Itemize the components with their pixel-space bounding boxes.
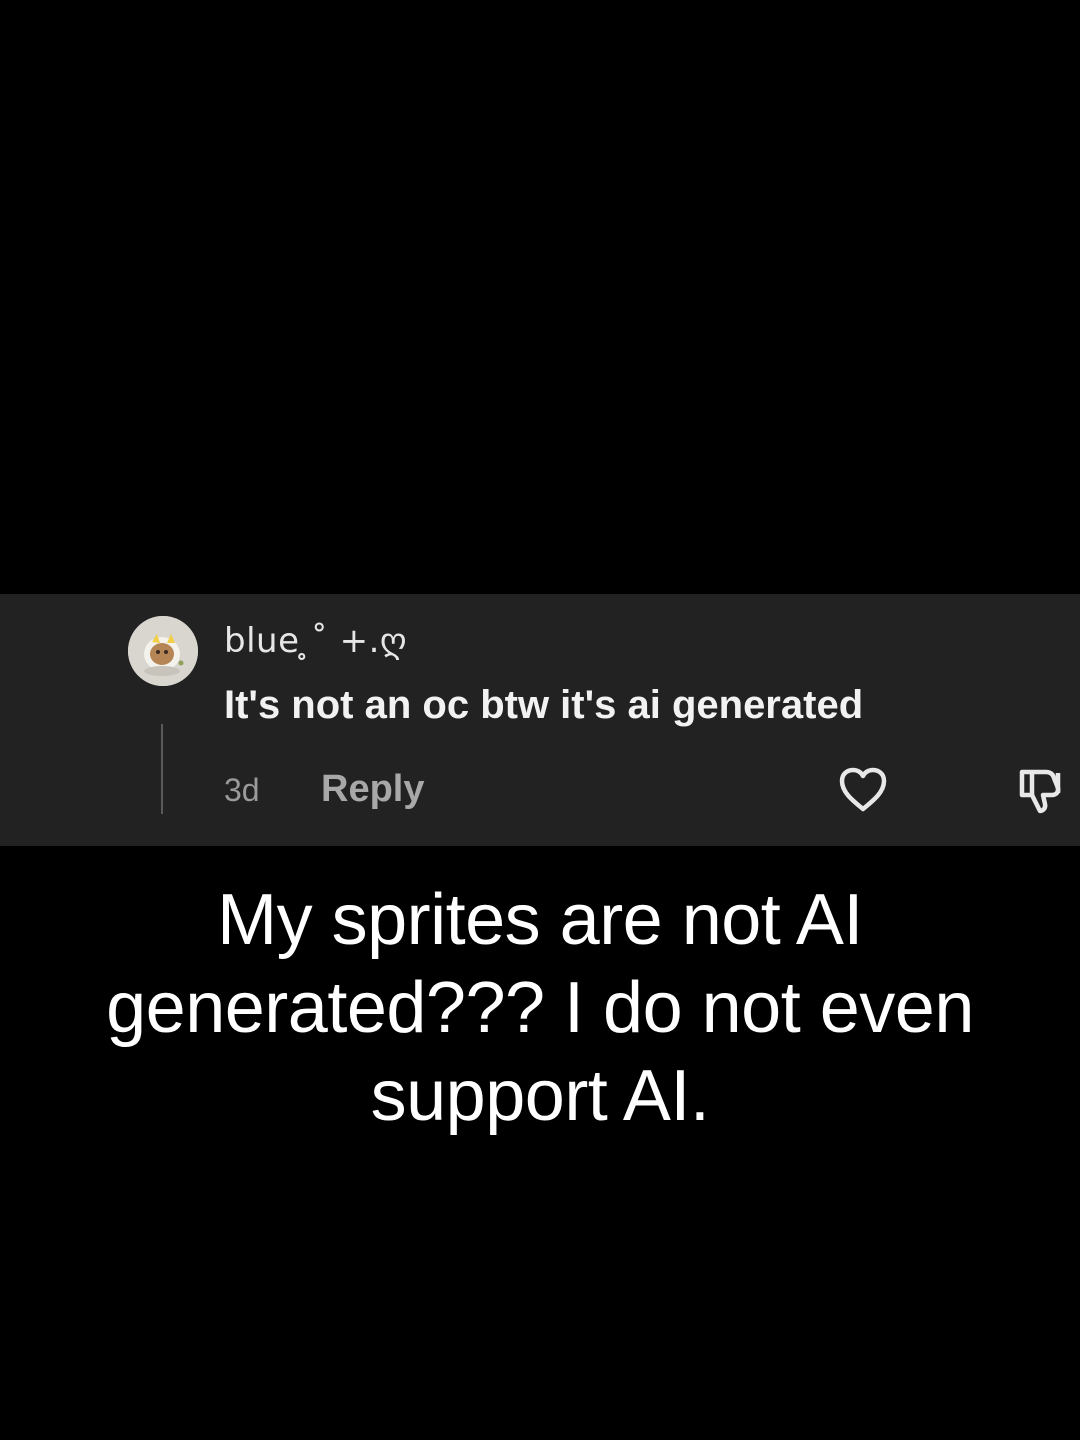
screen: blue ̥˚ +.ღ It's not an oc btw it's ai g… (0, 0, 1080, 1440)
avatar-image (128, 616, 198, 686)
video-caption: My sprites are not AI generated??? I do … (106, 880, 974, 1136)
heart-outline-icon[interactable] (836, 764, 890, 816)
avatar[interactable] (128, 616, 198, 686)
comment-text: It's not an oc btw it's ai generated (224, 683, 864, 727)
reply-button[interactable]: Reply (321, 766, 424, 812)
comment-time: 3d (224, 772, 260, 808)
thumbs-down-outline-icon[interactable] (1014, 764, 1068, 818)
comment-username[interactable]: blue ̥˚ +.ღ (224, 618, 407, 664)
thread-line (161, 724, 163, 814)
